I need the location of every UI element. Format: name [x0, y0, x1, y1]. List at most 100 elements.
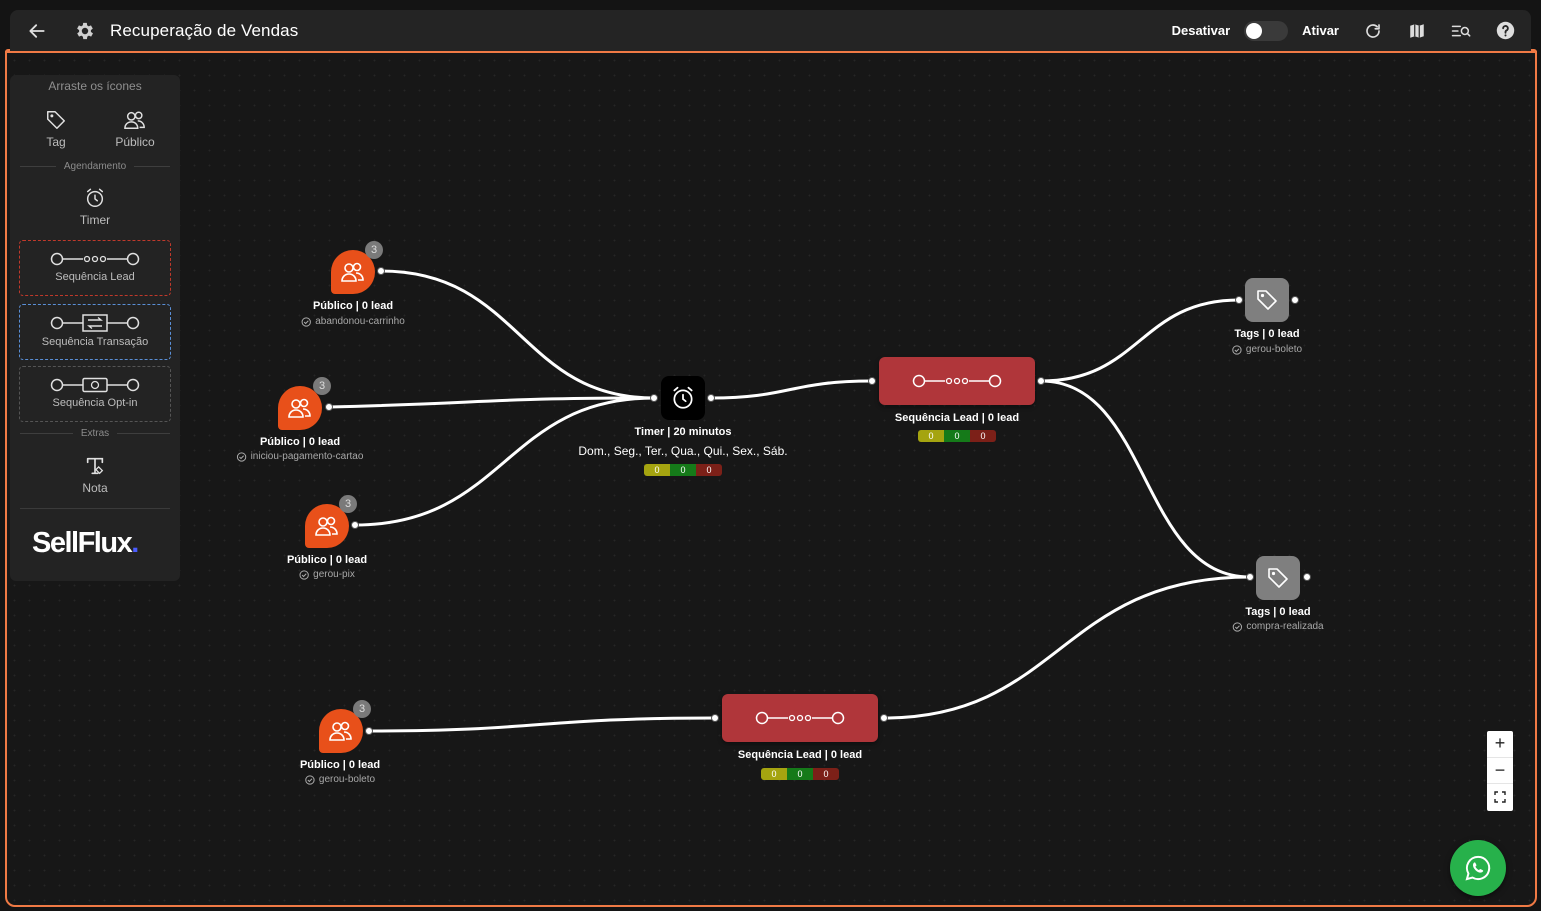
tag-node-sub-text: compra-realizada — [1246, 621, 1324, 632]
node-palette: Arraste os ícones Tag Público Agendament… — [10, 75, 180, 581]
tag-node-icon[interactable] — [1245, 278, 1289, 322]
palette-tag-label: Tag — [46, 135, 66, 149]
search-list-icon[interactable] — [1451, 21, 1471, 41]
timer-node-label: Timer | 20 minutos — [634, 426, 732, 438]
palette-timer-item[interactable]: Timer — [70, 187, 120, 227]
app-root: Recuperação de Vendas Desativar Ativar A… — [0, 0, 1541, 911]
whatsapp-button[interactable] — [1450, 840, 1506, 896]
palette-sequencia-optin[interactable]: Sequência Opt-in — [19, 366, 171, 422]
deactivate-label[interactable]: Desativar — [1172, 23, 1231, 38]
output-port[interactable] — [325, 403, 333, 411]
palette-sequencia-optin-label: Sequência Opt-in — [52, 397, 138, 409]
users-icon — [341, 262, 364, 282]
tag-node-sub-text: gerou-boleto — [1245, 344, 1303, 355]
output-port[interactable] — [351, 521, 359, 529]
publico-count-badge: 3 — [339, 495, 357, 513]
tag-icon — [1268, 568, 1288, 588]
publico-node-label: Público | 0 lead — [312, 300, 394, 312]
sellflux-logo: SellFlux. — [32, 527, 139, 560]
activation-toggle[interactable] — [1244, 20, 1289, 41]
activate-label[interactable]: Ativar — [1302, 23, 1339, 38]
map-icon[interactable] — [1407, 21, 1427, 41]
output-port[interactable] — [707, 394, 715, 402]
section-scheduling-label: Agendamento — [63, 160, 127, 172]
zoom-out-button[interactable]: − — [1487, 758, 1513, 785]
alarm-clock-icon — [673, 386, 693, 409]
input-port[interactable] — [1235, 296, 1243, 304]
publico-node-sub-text: abandonou-carrinho — [315, 316, 405, 327]
timer-node-icon[interactable] — [661, 376, 705, 420]
publico-node-sub-text: gerou-pix — [313, 569, 355, 580]
sequencia-lead-label: Sequência Lead | 0 lead — [894, 412, 1020, 424]
palette-publico-item[interactable]: Público — [110, 109, 160, 149]
tag-node-icon[interactable] — [1256, 556, 1300, 600]
palette-sequencia-transacao[interactable]: Sequência Transação — [19, 304, 171, 360]
palette-sequencia-lead-label: Sequência Lead — [55, 271, 135, 283]
palette-sequencia-lead[interactable]: Sequência Lead — [19, 240, 171, 296]
zoom-in-button[interactable]: + — [1487, 731, 1513, 758]
input-port[interactable] — [868, 377, 876, 385]
publico-node-sub: abandonou-carrinho — [301, 316, 405, 327]
whatsapp-icon — [1465, 855, 1491, 881]
input-port[interactable] — [711, 714, 719, 722]
publico-node-sub: iniciou-pagamento-cartao — [236, 451, 363, 462]
output-port[interactable] — [1291, 296, 1299, 304]
palette-sequencia-transacao-label: Sequência Transação — [41, 336, 149, 348]
tag-node-sub: gerou-boleto — [1232, 344, 1302, 355]
counter-success: 0 — [670, 464, 696, 476]
fit-view-button[interactable] — [1487, 784, 1513, 811]
publico-node-sub: gerou-pix — [299, 569, 355, 580]
palette-timer-label: Timer — [79, 213, 111, 227]
input-port[interactable] — [1246, 573, 1254, 581]
counter-pending: 0 — [918, 430, 944, 442]
output-port[interactable] — [365, 727, 373, 735]
tag-node-sub: compra-realizada — [1232, 621, 1324, 632]
check-circle-icon — [236, 451, 247, 462]
zoom-controls: + − — [1487, 731, 1513, 811]
counter-pending: 0 — [644, 464, 670, 476]
output-port[interactable] — [1303, 573, 1311, 581]
output-port[interactable] — [880, 714, 888, 722]
logo-text: SellFlux — [32, 527, 133, 559]
users-icon — [288, 398, 311, 418]
palette-nota-label: Nota — [82, 481, 108, 495]
back-arrow-icon[interactable] — [26, 21, 48, 41]
publico-node-sub: gerou-boleto — [305, 774, 375, 785]
users-icon — [315, 516, 338, 536]
check-circle-icon — [305, 774, 315, 785]
check-circle-icon — [1232, 344, 1242, 355]
publico-count-badge: 3 — [365, 241, 383, 259]
palette-nota-item[interactable]: Nota — [70, 455, 120, 495]
section-divider-extras: Extras — [20, 427, 170, 439]
publico-node-label: Público | 0 lead — [299, 759, 381, 771]
sequence-counters: 0 0 0 — [918, 430, 996, 442]
tag-node-label: Tags | 0 lead — [1245, 606, 1311, 618]
top-bar: Recuperação de Vendas Desativar Ativar — [10, 10, 1531, 51]
gear-icon[interactable] — [74, 20, 96, 42]
palette-tag-item[interactable]: Tag — [41, 109, 71, 149]
users-icon — [124, 111, 145, 129]
palette-publico-label: Público — [115, 135, 155, 149]
sequencia-lead-box[interactable] — [722, 694, 878, 742]
counter-pending: 0 — [761, 768, 787, 780]
sequence-optin-icon — [50, 377, 140, 393]
input-port[interactable] — [650, 394, 658, 402]
output-port[interactable] — [1037, 377, 1045, 385]
sequence-counters: 0 0 0 — [761, 768, 839, 780]
page-title: Recuperação de Vendas — [110, 21, 299, 40]
help-icon[interactable] — [1495, 21, 1515, 41]
tag-node-label: Tags | 0 lead — [1234, 328, 1300, 340]
timer-node-days: Dom., Seg., Ter., Qua., Qui., Sex., Sáb. — [578, 444, 788, 458]
refresh-icon[interactable] — [1363, 21, 1383, 41]
output-port[interactable] — [377, 267, 385, 275]
text-note-icon — [86, 457, 104, 475]
counter-failed: 0 — [696, 464, 722, 476]
counter-success: 0 — [787, 768, 813, 780]
publico-count-badge: 3 — [353, 700, 371, 718]
sequence-dots-icon — [912, 374, 1002, 388]
palette-divider — [20, 508, 170, 509]
counter-failed: 0 — [813, 768, 839, 780]
sequencia-lead-box[interactable] — [879, 357, 1035, 405]
check-circle-icon — [299, 569, 309, 580]
tag-icon — [1257, 290, 1277, 310]
